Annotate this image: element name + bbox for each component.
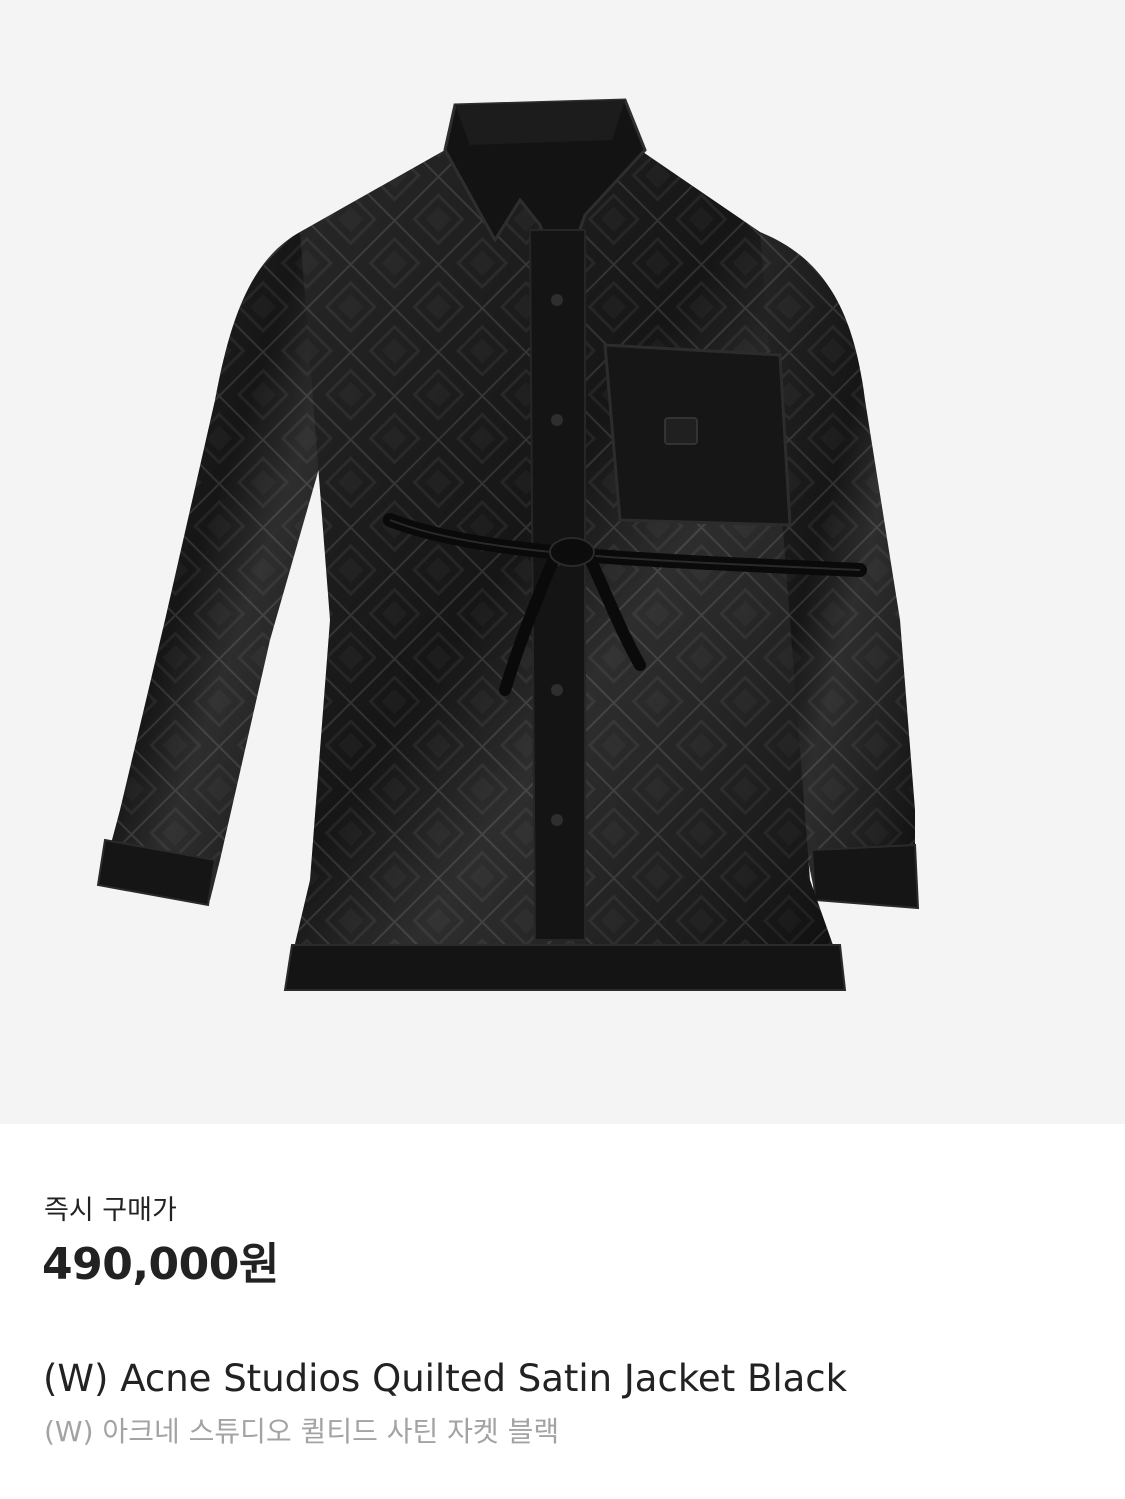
- product-name-korean: (W) 아크네 스튜디오 퀼티드 사틴 자켓 블랙: [44, 1415, 560, 1448]
- product-name-english: (W) Acne Studios Quilted Satin Jacket Bl…: [43, 1357, 848, 1400]
- jacket-illustration: [96, 98, 920, 991]
- price-label: 즉시 구매가: [44, 1195, 177, 1226]
- product-image[interactable]: [0, 0, 1125, 1124]
- price-value: 490,000원: [42, 1239, 279, 1290]
- product-info: 즉시 구매가 490,000원 (W) Acne Studios Quilted…: [0, 1124, 1125, 1499]
